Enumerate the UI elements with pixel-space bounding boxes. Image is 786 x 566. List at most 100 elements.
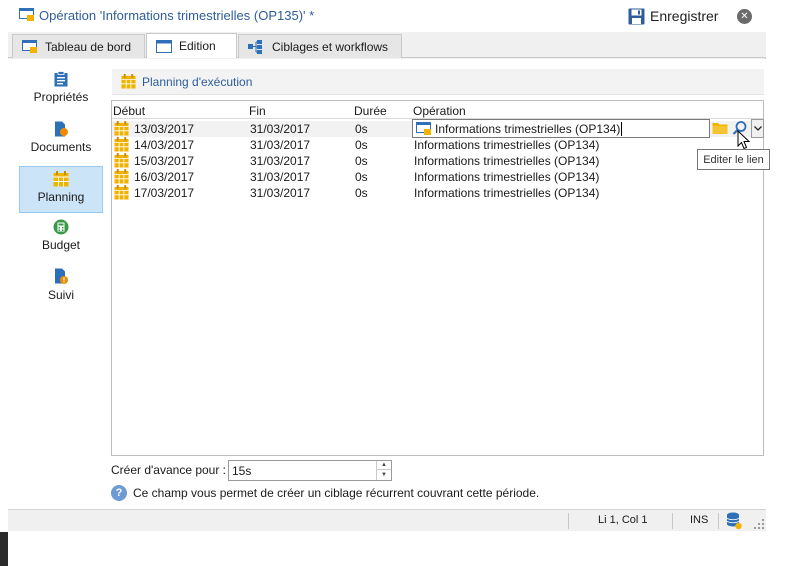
operation-editor: Informations trimestrielles (OP134) <box>412 119 764 139</box>
cell-operation: Informations trimestrielles (OP134) <box>414 170 600 184</box>
sidebar-item-documents[interactable]: Documents <box>19 117 103 163</box>
resize-grip-icon[interactable] <box>754 519 764 529</box>
tab-dashboard[interactable]: Tableau de bord <box>12 34 145 58</box>
insert-mode: INS <box>690 514 709 526</box>
cell-operation: Informations trimestrielles (OP134) <box>414 154 600 168</box>
grid-header: Début Fin Durée Opération <box>112 101 763 119</box>
cell-fin: 31/03/2017 <box>250 170 311 184</box>
operation-icon <box>19 8 34 21</box>
calendar-icon <box>114 121 129 136</box>
spin-up-button[interactable]: ▲ <box>377 461 391 470</box>
cell-fin: 31/03/2017 <box>250 186 311 200</box>
calculator-icon <box>53 219 69 235</box>
chevron-down-icon <box>753 126 762 131</box>
document-icon <box>55 121 68 137</box>
column-header-duree[interactable]: Durée <box>354 104 387 118</box>
sidebar-item-suivi[interactable]: Suivi <box>19 264 103 310</box>
save-button[interactable]: Enregistrer <box>628 5 718 27</box>
cell-duree: 0s <box>355 122 368 136</box>
save-label: Enregistrer <box>650 8 719 24</box>
cell-debut: 15/03/2017 <box>134 154 195 168</box>
edit-link-tooltip: Editer le lien <box>697 149 770 170</box>
cell-fin: 31/03/2017 <box>250 154 311 168</box>
duration-spinner: ▲ ▼ <box>376 461 391 480</box>
tracking-icon <box>55 268 68 284</box>
tab-edition-label: Edition <box>179 39 216 53</box>
sidebar-item-label: Documents <box>30 140 92 154</box>
dashboard-icon <box>22 40 37 53</box>
close-symbol: ✕ <box>740 10 749 22</box>
operation-value: Informations trimestrielles (OP134) <box>435 121 623 136</box>
tab-workflows-label: Ciblages et workflows <box>272 39 389 54</box>
status-separator <box>718 513 719 529</box>
status-bar: Li 1, Col 1 INS <box>8 509 766 531</box>
cell-fin: 31/03/2017 <box>250 138 311 152</box>
table-row[interactable]: 15/03/2017 31/03/2017 0s Informations tr… <box>112 153 763 169</box>
folder-icon[interactable] <box>712 121 728 135</box>
advance-label: Créer d'avance pour : <box>111 463 227 477</box>
help-text: Ce champ vous permet de créer un ciblage… <box>133 486 540 500</box>
cell-duree: 0s <box>355 186 368 200</box>
status-separator <box>568 513 569 529</box>
table-row[interactable]: 16/03/2017 31/03/2017 0s Informations tr… <box>112 169 763 185</box>
cell-operation: Informations trimestrielles (OP134) <box>414 186 600 200</box>
content-area: Propriétés Documents Planning Budget Sui… <box>8 59 766 509</box>
sidebar-item-budget[interactable]: Budget <box>19 215 103 261</box>
cell-debut: 13/03/2017 <box>134 122 195 136</box>
help-icon: ? <box>111 485 127 501</box>
calendar-icon <box>121 74 136 89</box>
cell-debut: 16/03/2017 <box>134 170 195 184</box>
sidebar-item-label: Propriétés <box>33 90 89 104</box>
cursor-position: Li 1, Col 1 <box>598 514 648 526</box>
dropdown-button[interactable] <box>751 119 764 138</box>
operation-link-input[interactable]: Informations trimestrielles (OP134) <box>412 119 710 138</box>
section-header: Planning d'exécution <box>112 69 764 95</box>
table-row[interactable]: 17/03/2017 31/03/2017 0s Informations tr… <box>112 185 763 201</box>
database-icon[interactable] <box>726 512 742 530</box>
tab-workflows[interactable]: Ciblages et workflows <box>238 34 402 58</box>
workflow-icon <box>248 39 262 54</box>
column-header-operation[interactable]: Opération <box>413 104 466 118</box>
tab-edition[interactable]: Edition <box>146 33 237 58</box>
cell-debut: 17/03/2017 <box>134 186 195 200</box>
table-row[interactable]: 13/03/2017 31/03/2017 0s Informations tr… <box>112 119 764 139</box>
sidebar-item-planning[interactable]: Planning <box>19 166 103 213</box>
calendar-icon <box>114 153 129 168</box>
calendar-icon <box>114 137 129 152</box>
table-row[interactable]: 14/03/2017 31/03/2017 0s Informations tr… <box>112 137 763 153</box>
sidebar-item-label: Budget <box>41 238 81 252</box>
spin-down-button[interactable]: ▼ <box>377 470 391 479</box>
advance-duration-input[interactable]: 15s ▲ ▼ <box>228 460 392 481</box>
taskbar-fragment <box>0 532 8 566</box>
calendar-icon <box>114 169 129 184</box>
status-separator <box>672 513 673 529</box>
close-icon[interactable]: ✕ <box>737 9 752 24</box>
operation-window: Opération 'Informations trimestrielles (… <box>8 0 766 531</box>
cell-debut: 14/03/2017 <box>134 138 195 152</box>
tab-dashboard-label: Tableau de bord <box>45 39 132 54</box>
cell-duree: 0s <box>355 170 368 184</box>
column-header-debut[interactable]: Début <box>113 104 145 118</box>
planning-grid: Début Fin Durée Opération 13/03/2017 31/… <box>111 100 764 456</box>
cell-fin: 31/03/2017 <box>250 122 311 136</box>
save-icon <box>628 8 645 24</box>
cell-duree: 0s <box>355 138 368 152</box>
section-title: Planning d'exécution <box>142 74 253 89</box>
calendar-icon <box>53 171 69 187</box>
title-bar: Opération 'Informations trimestrielles (… <box>8 0 766 32</box>
sidebar-item-label: Suivi <box>47 288 74 302</box>
edit-window-icon <box>156 39 172 53</box>
cell-duree: 0s <box>355 154 368 168</box>
tab-bar: Tableau de bord Edition Ciblages et work… <box>8 32 766 58</box>
calendar-icon <box>114 185 129 200</box>
clipboard-icon <box>54 71 68 87</box>
sidebar-item-proprietes[interactable]: Propriétés <box>19 67 103 113</box>
sidebar-item-label: Planning <box>37 190 85 204</box>
advance-value: 15s <box>232 464 252 478</box>
operation-icon <box>416 122 431 135</box>
column-header-fin[interactable]: Fin <box>249 104 266 118</box>
cell-operation: Informations trimestrielles (OP134) <box>414 138 600 152</box>
mouse-cursor-icon <box>737 130 750 150</box>
background-strip <box>0 0 8 566</box>
window-title: Opération 'Informations trimestrielles (… <box>39 8 315 23</box>
